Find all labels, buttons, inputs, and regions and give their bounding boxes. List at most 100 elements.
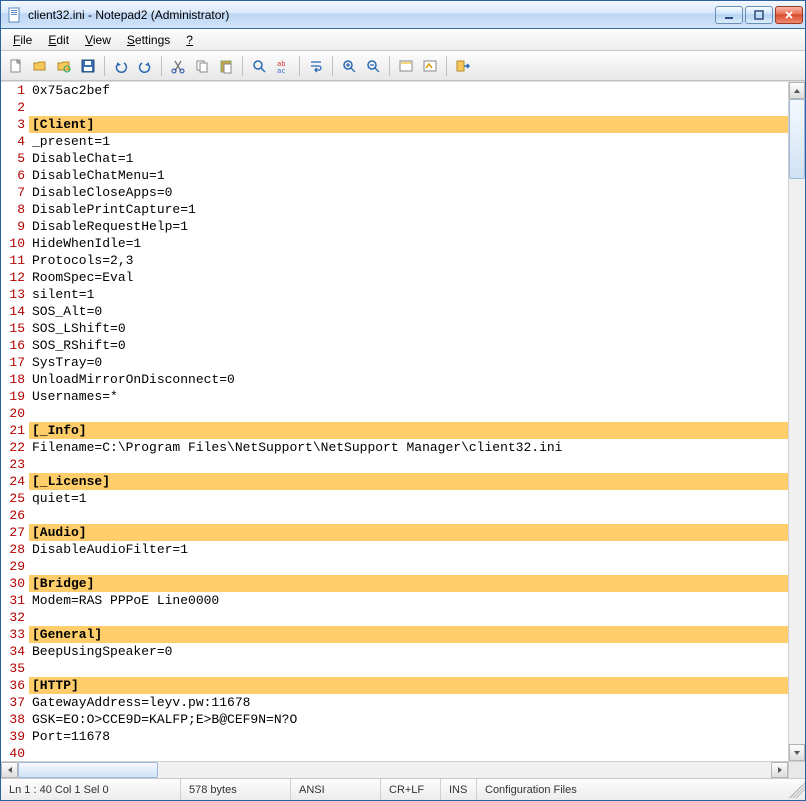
code-line[interactable]: Filename=C:\Program Files\NetSupport\Net… bbox=[29, 439, 788, 456]
menu-file[interactable]: File bbox=[5, 31, 40, 49]
editor-area: 1234567891011121314151617181920212223242… bbox=[1, 81, 805, 761]
copy-icon[interactable] bbox=[191, 55, 213, 77]
line-number: 1 bbox=[1, 82, 25, 99]
code-line[interactable]: Protocols=2,3 bbox=[29, 252, 788, 269]
code-line[interactable]: _present=1 bbox=[29, 133, 788, 150]
code-line[interactable]: RoomSpec=Eval bbox=[29, 269, 788, 286]
browse-icon[interactable] bbox=[53, 55, 75, 77]
redo-icon[interactable] bbox=[134, 55, 156, 77]
zoom-out-icon[interactable] bbox=[362, 55, 384, 77]
scheme-icon[interactable] bbox=[395, 55, 417, 77]
resize-grip-icon[interactable] bbox=[789, 782, 805, 798]
line-number: 39 bbox=[1, 728, 25, 745]
horizontal-scroll-thumb[interactable] bbox=[18, 762, 158, 778]
open-file-icon[interactable] bbox=[29, 55, 51, 77]
replace-icon[interactable]: abac bbox=[272, 55, 294, 77]
code-line[interactable]: SOS_RShift=0 bbox=[29, 337, 788, 354]
line-number-gutter: 1234567891011121314151617181920212223242… bbox=[1, 82, 29, 761]
section-header-line[interactable]: [General] bbox=[29, 626, 788, 643]
minimize-button[interactable] bbox=[715, 6, 743, 24]
scroll-left-arrow[interactable] bbox=[1, 762, 18, 778]
code-line[interactable] bbox=[29, 558, 788, 575]
code-line[interactable]: BeepUsingSpeaker=0 bbox=[29, 643, 788, 660]
section-header-line[interactable]: [HTTP] bbox=[29, 677, 788, 694]
titlebar: client32.ini - Notepad2 (Administrator) bbox=[1, 1, 805, 29]
toolbar-separator bbox=[161, 56, 162, 76]
section-header-line[interactable]: [_Info] bbox=[29, 422, 788, 439]
menu-view[interactable]: View bbox=[77, 31, 119, 49]
code-line[interactable]: silent=1 bbox=[29, 286, 788, 303]
line-number: 23 bbox=[1, 456, 25, 473]
code-line[interactable]: GatewayAddress=leyv.pw:11678 bbox=[29, 694, 788, 711]
menu-edit[interactable]: Edit bbox=[40, 31, 77, 49]
section-header-line[interactable]: [Bridge] bbox=[29, 575, 788, 592]
scroll-up-arrow[interactable] bbox=[789, 82, 805, 99]
code-line[interactable] bbox=[29, 660, 788, 677]
code-line[interactable]: 0x75ac2bef bbox=[29, 82, 788, 99]
new-file-icon[interactable] bbox=[5, 55, 27, 77]
code-line[interactable] bbox=[29, 456, 788, 473]
code-line[interactable]: HideWhenIdle=1 bbox=[29, 235, 788, 252]
horizontal-scrollbar[interactable] bbox=[1, 761, 805, 778]
customize-icon[interactable] bbox=[419, 55, 441, 77]
line-number: 28 bbox=[1, 541, 25, 558]
status-ovr[interactable]: INS bbox=[441, 779, 477, 800]
code-line[interactable] bbox=[29, 99, 788, 116]
line-number: 36 bbox=[1, 677, 25, 694]
code-line[interactable]: SysTray=0 bbox=[29, 354, 788, 371]
code-line[interactable] bbox=[29, 609, 788, 626]
line-number: 40 bbox=[1, 745, 25, 761]
code-line[interactable] bbox=[29, 745, 788, 761]
exit-icon[interactable] bbox=[452, 55, 474, 77]
close-button[interactable] bbox=[775, 6, 803, 24]
zoom-in-icon[interactable] bbox=[338, 55, 360, 77]
maximize-button[interactable] bbox=[745, 6, 773, 24]
code-line[interactable]: UnloadMirrorOnDisconnect=0 bbox=[29, 371, 788, 388]
menu-help[interactable]: ? bbox=[178, 31, 201, 49]
line-number: 16 bbox=[1, 337, 25, 354]
code-line[interactable] bbox=[29, 405, 788, 422]
word-wrap-icon[interactable] bbox=[305, 55, 327, 77]
code-line[interactable]: DisableChat=1 bbox=[29, 150, 788, 167]
code-line[interactable]: Port=11678 bbox=[29, 728, 788, 745]
code-line[interactable]: SOS_LShift=0 bbox=[29, 320, 788, 337]
status-bytes[interactable]: 578 bytes bbox=[181, 779, 291, 800]
toolbar: abac bbox=[1, 51, 805, 81]
vertical-scrollbar[interactable] bbox=[788, 82, 805, 761]
code-line[interactable]: DisableRequestHelp=1 bbox=[29, 218, 788, 235]
status-lineending[interactable]: CR+LF bbox=[381, 779, 441, 800]
code-line[interactable]: SOS_Alt=0 bbox=[29, 303, 788, 320]
code-line[interactable]: quiet=1 bbox=[29, 490, 788, 507]
save-icon[interactable] bbox=[77, 55, 99, 77]
line-number: 19 bbox=[1, 388, 25, 405]
paste-icon[interactable] bbox=[215, 55, 237, 77]
status-lexer[interactable]: Configuration Files bbox=[477, 779, 789, 800]
code-content[interactable]: 0x75ac2bef [Client]_present=1DisableChat=… bbox=[29, 82, 788, 761]
menu-settings[interactable]: Settings bbox=[119, 31, 178, 49]
undo-icon[interactable] bbox=[110, 55, 132, 77]
code-line[interactable] bbox=[29, 507, 788, 524]
section-header-line[interactable]: [Client] bbox=[29, 116, 788, 133]
code-line[interactable]: Modem=RAS PPPoE Line0000 bbox=[29, 592, 788, 609]
scroll-right-arrow[interactable] bbox=[771, 762, 788, 778]
code-line[interactable]: Usernames=* bbox=[29, 388, 788, 405]
editor[interactable]: 1234567891011121314151617181920212223242… bbox=[1, 82, 788, 761]
find-icon[interactable] bbox=[248, 55, 270, 77]
horizontal-scroll-track[interactable] bbox=[18, 762, 771, 778]
status-encoding[interactable]: ANSI bbox=[291, 779, 381, 800]
section-header-line[interactable]: [_License] bbox=[29, 473, 788, 490]
line-number: 10 bbox=[1, 235, 25, 252]
line-number: 31 bbox=[1, 592, 25, 609]
vertical-scroll-thumb[interactable] bbox=[789, 99, 805, 179]
scroll-down-arrow[interactable] bbox=[789, 744, 805, 761]
code-line[interactable]: DisablePrintCapture=1 bbox=[29, 201, 788, 218]
code-line[interactable]: DisableAudioFilter=1 bbox=[29, 541, 788, 558]
status-position[interactable]: Ln 1 : 40 Col 1 Sel 0 bbox=[1, 779, 181, 800]
cut-icon[interactable] bbox=[167, 55, 189, 77]
line-number: 29 bbox=[1, 558, 25, 575]
code-line[interactable]: DisableChatMenu=1 bbox=[29, 167, 788, 184]
code-line[interactable]: DisableCloseApps=0 bbox=[29, 184, 788, 201]
code-line[interactable]: GSK=EO:O>CCE9D=KALFP;E>B@CEF9N=N?O bbox=[29, 711, 788, 728]
line-number: 9 bbox=[1, 218, 25, 235]
section-header-line[interactable]: [Audio] bbox=[29, 524, 788, 541]
